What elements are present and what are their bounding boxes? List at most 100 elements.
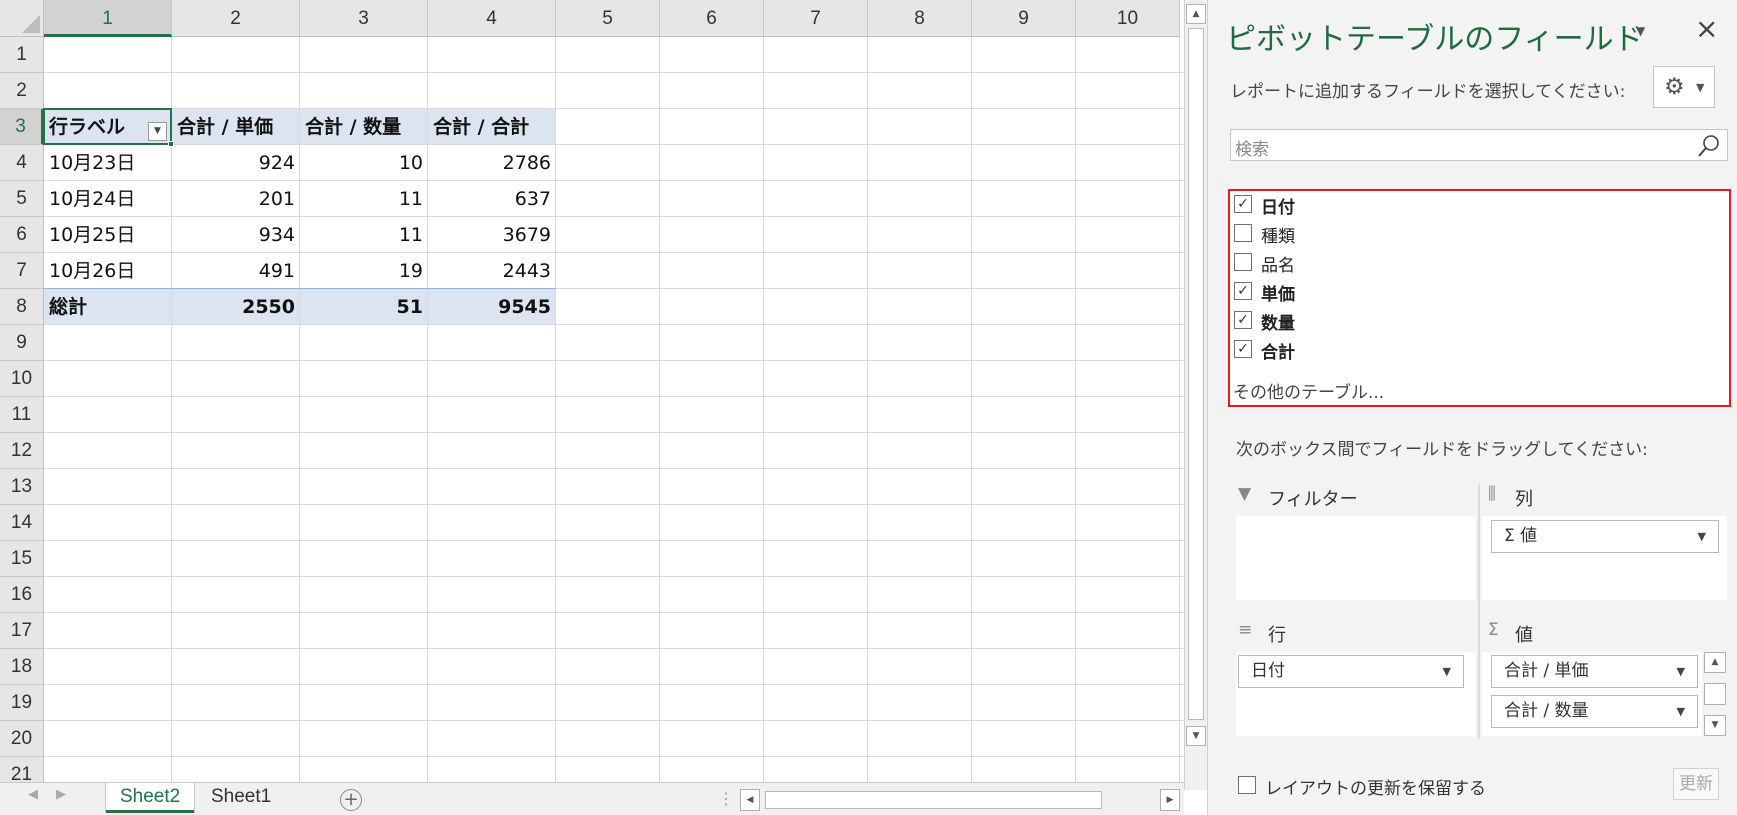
column-header[interactable]: 6 bbox=[660, 0, 764, 37]
column-header[interactable]: 1 bbox=[44, 0, 172, 37]
rows-drop-area[interactable]: 日付 ▼ bbox=[1236, 652, 1476, 736]
scroll-down-button[interactable]: ▼ bbox=[1186, 726, 1206, 746]
row-header[interactable]: 6 bbox=[0, 217, 44, 253]
add-sheet-button[interactable]: + bbox=[340, 789, 362, 811]
row-header[interactable]: 1 bbox=[0, 37, 44, 73]
gridline bbox=[44, 432, 1184, 433]
row-header[interactable]: 8 bbox=[0, 289, 44, 325]
table-cell[interactable]: 10月24日 bbox=[44, 181, 172, 217]
table-cell[interactable]: 11 bbox=[300, 181, 428, 217]
row-header[interactable]: 14 bbox=[0, 505, 44, 541]
select-all-corner[interactable] bbox=[0, 0, 44, 37]
column-header[interactable]: 4 bbox=[428, 0, 556, 37]
column-header[interactable]: 8 bbox=[868, 0, 972, 37]
field-checkbox[interactable] bbox=[1234, 253, 1252, 271]
row-header[interactable]: 2 bbox=[0, 73, 44, 109]
table-cell[interactable]: 10月23日 bbox=[44, 145, 172, 181]
split-handle-icon[interactable]: ⋮ bbox=[718, 789, 734, 808]
table-cell[interactable]: 総計 bbox=[44, 289, 172, 325]
table-cell[interactable]: 491 bbox=[172, 253, 300, 289]
table-cell[interactable]: 201 bbox=[172, 181, 300, 217]
vertical-scrollbar[interactable]: ▲ ▼ bbox=[1184, 0, 1207, 790]
row-header[interactable]: 9 bbox=[0, 325, 44, 361]
row-field-pill[interactable]: 日付 ▼ bbox=[1238, 655, 1464, 688]
values-scroll-up-button[interactable]: ▲ bbox=[1704, 652, 1726, 673]
column-header[interactable]: 5 bbox=[556, 0, 660, 37]
gridline bbox=[44, 504, 1184, 505]
row-header[interactable]: 11 bbox=[0, 397, 44, 433]
table-cell[interactable]: 3679 bbox=[428, 217, 556, 253]
table-cell[interactable]: 10月26日 bbox=[44, 253, 172, 289]
scroll-right-button[interactable]: ▶ bbox=[1160, 789, 1180, 811]
table-cell[interactable]: 51 bbox=[300, 289, 428, 325]
defer-layout-checkbox[interactable] bbox=[1238, 776, 1256, 794]
horizontal-scrollbar[interactable]: ◀ ▶ bbox=[740, 789, 1180, 811]
row-header[interactable]: 18 bbox=[0, 649, 44, 685]
values-drop-area[interactable]: 合計 / 単価 ▼ 合計 / 数量 ▼ bbox=[1482, 652, 1702, 736]
field-checkbox[interactable]: ✓ bbox=[1234, 340, 1252, 358]
table-cell[interactable]: 934 bbox=[172, 217, 300, 253]
column-header[interactable]: 10 bbox=[1076, 0, 1180, 37]
table-cell[interactable]: 637 bbox=[428, 181, 556, 217]
sigma-icon: Σ bbox=[1488, 620, 1499, 640]
value-field-pill-2[interactable]: 合計 / 数量 ▼ bbox=[1491, 695, 1698, 728]
search-input[interactable]: 検索 bbox=[1230, 129, 1728, 161]
column-header[interactable]: 3 bbox=[300, 0, 428, 37]
table-cell[interactable]: 2443 bbox=[428, 253, 556, 289]
fill-handle[interactable] bbox=[168, 141, 174, 147]
update-button[interactable]: 更新 bbox=[1673, 768, 1719, 800]
row-header[interactable]: 4 bbox=[0, 145, 44, 181]
table-cell[interactable]: 19 bbox=[300, 253, 428, 289]
sheet-tab-sheet1[interactable]: Sheet1 bbox=[197, 783, 285, 813]
field-checkbox[interactable] bbox=[1234, 224, 1252, 242]
row-header[interactable]: 20 bbox=[0, 721, 44, 757]
values-scroll-thumb[interactable] bbox=[1704, 683, 1726, 705]
row-header[interactable]: 10 bbox=[0, 361, 44, 397]
scroll-thumb[interactable] bbox=[1188, 28, 1204, 720]
table-cell[interactable]: 2786 bbox=[428, 145, 556, 181]
sheet-tab-sheet2[interactable]: Sheet2 bbox=[106, 783, 195, 813]
column-header[interactable]: 9 bbox=[972, 0, 1076, 37]
close-icon[interactable]: × bbox=[1695, 12, 1718, 45]
horizontal-scroll-thumb[interactable] bbox=[765, 791, 1102, 809]
table-cell[interactable]: 10月25日 bbox=[44, 217, 172, 253]
table-cell[interactable]: 合計 / 合計 bbox=[428, 109, 556, 145]
table-cell[interactable]: 924 bbox=[172, 145, 300, 181]
tab-prev-icon[interactable]: ◀ bbox=[28, 787, 38, 802]
table-cell[interactable]: 合計 / 単価 bbox=[172, 109, 300, 145]
row-header[interactable]: 5 bbox=[0, 181, 44, 217]
field-checkbox[interactable]: ✓ bbox=[1234, 282, 1252, 300]
table-cell[interactable]: 9545 bbox=[428, 289, 556, 325]
column-field-pill[interactable]: Σ 値 ▼ bbox=[1491, 520, 1719, 553]
filter-drop-area[interactable] bbox=[1236, 516, 1476, 600]
pane-options-chevron-icon[interactable]: ▼ bbox=[1636, 24, 1645, 38]
more-tables-link[interactable]: その他のテーブル... bbox=[1233, 378, 1384, 403]
scroll-up-button[interactable]: ▲ bbox=[1186, 4, 1206, 24]
row-header[interactable]: 16 bbox=[0, 577, 44, 613]
table-cell[interactable]: 10 bbox=[300, 145, 428, 181]
row-header[interactable]: 12 bbox=[0, 433, 44, 469]
table-cell[interactable]: 2550 bbox=[172, 289, 300, 325]
table-cell[interactable]: 合計 / 数量 bbox=[300, 109, 428, 145]
scroll-left-button[interactable]: ◀ bbox=[740, 789, 760, 811]
columns-drop-area[interactable]: Σ 値 ▼ bbox=[1482, 516, 1727, 600]
table-cell[interactable]: 11 bbox=[300, 217, 428, 253]
values-scrollbar[interactable]: ▲ ▼ bbox=[1704, 652, 1726, 736]
field-checkbox[interactable]: ✓ bbox=[1234, 311, 1252, 329]
column-header[interactable]: 7 bbox=[764, 0, 868, 37]
row-header[interactable]: 3 bbox=[0, 109, 44, 145]
chevron-down-icon: ▼ bbox=[1676, 665, 1685, 678]
values-scroll-down-button[interactable]: ▼ bbox=[1704, 715, 1726, 736]
row-header[interactable]: 17 bbox=[0, 613, 44, 649]
row-header[interactable]: 15 bbox=[0, 541, 44, 577]
search-icon[interactable] bbox=[1697, 134, 1721, 158]
column-header[interactable]: 2 bbox=[172, 0, 300, 37]
row-header[interactable]: 7 bbox=[0, 253, 44, 289]
tab-next-icon[interactable]: ▶ bbox=[56, 787, 66, 802]
value-field-pill-1[interactable]: 合計 / 単価 ▼ bbox=[1491, 655, 1698, 688]
row-label-filter-button[interactable]: ▼ bbox=[148, 122, 167, 141]
row-header[interactable]: 13 bbox=[0, 469, 44, 505]
row-header[interactable]: 19 bbox=[0, 685, 44, 721]
field-checkbox[interactable]: ✓ bbox=[1234, 195, 1252, 213]
tools-button[interactable]: ⚙ ▼ bbox=[1653, 66, 1715, 108]
